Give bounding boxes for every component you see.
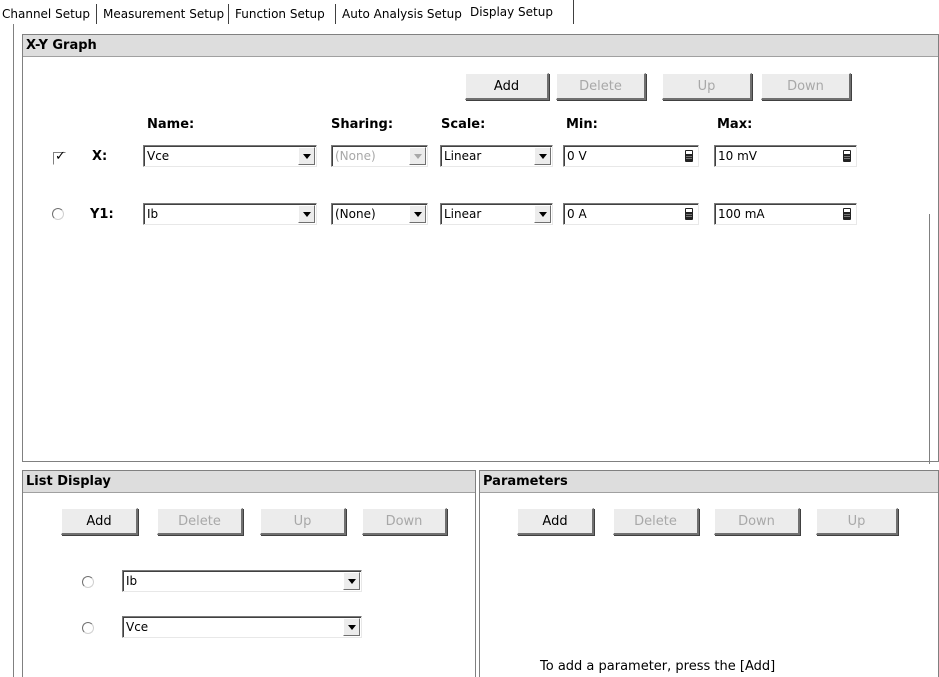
y1-radio[interactable]	[52, 208, 64, 220]
parameters-header: Parameters	[480, 471, 938, 493]
list-item-select[interactable]: Ib	[122, 570, 362, 592]
x-axis-checkbox[interactable]: ✓	[53, 149, 66, 165]
chevron-down-icon[interactable]	[343, 572, 360, 590]
x-name-select[interactable]: Vce	[143, 145, 317, 167]
x-scale-value: Linear	[444, 149, 482, 163]
list-item-value: Vce	[126, 620, 149, 634]
y1-name-value: Ib	[147, 207, 159, 221]
y1-max-value: 100 mA	[718, 207, 765, 221]
chevron-down-icon[interactable]	[534, 205, 551, 223]
xy-graph-header: X-Y Graph	[23, 35, 938, 57]
parameters-hint: To add a parameter, press the [Add]	[540, 659, 776, 674]
tab-divider	[573, 0, 574, 24]
list-item-select[interactable]: Vce	[122, 616, 362, 638]
y1-max-field[interactable]: 100 mA	[714, 203, 857, 225]
x-sharing-value: (None)	[335, 149, 376, 163]
x-min-field[interactable]: 0 V	[563, 145, 699, 167]
parameters-up-button[interactable]: Up	[816, 508, 898, 535]
panel-right-edge	[929, 214, 930, 464]
calculator-icon[interactable]	[843, 208, 851, 220]
chevron-down-icon[interactable]	[343, 618, 360, 636]
tab-measurement-setup[interactable]: Measurement Setup	[103, 4, 224, 24]
xy-down-button[interactable]: Down	[761, 73, 851, 100]
y1-scale-value: Linear	[444, 207, 482, 221]
tab-function-setup[interactable]: Function Setup	[235, 4, 325, 24]
chevron-down-icon[interactable]	[534, 147, 551, 165]
calculator-icon[interactable]	[843, 150, 851, 162]
list-display-header: List Display	[23, 471, 475, 493]
x-name-value: Vce	[147, 149, 170, 163]
calculator-icon[interactable]	[685, 150, 693, 162]
calculator-icon[interactable]	[685, 208, 693, 220]
list-item-radio[interactable]	[82, 622, 94, 634]
tab-channel-setup[interactable]: Channel Setup	[2, 4, 90, 24]
chevron-down-icon	[409, 147, 426, 165]
tab-auto-analysis-setup[interactable]: Auto Analysis Setup	[342, 4, 462, 24]
column-min-label: Min:	[566, 117, 598, 132]
y1-sharing-value: (None)	[335, 207, 376, 221]
tab-page-left-edge	[13, 24, 14, 677]
x-max-field[interactable]: 10 mV	[714, 145, 857, 167]
tab-divider	[96, 4, 97, 24]
chevron-down-icon[interactable]	[298, 147, 315, 165]
x-scale-select[interactable]: Linear	[440, 145, 553, 167]
list-down-button[interactable]: Down	[362, 508, 447, 535]
list-item-radio[interactable]	[82, 576, 94, 588]
x-axis-label: X:	[92, 149, 108, 164]
list-add-button[interactable]: Add	[61, 508, 138, 535]
y1-scale-select[interactable]: Linear	[440, 203, 553, 225]
y1-sharing-select[interactable]: (None)	[331, 203, 428, 225]
tab-divider	[228, 4, 229, 24]
column-scale-label: Scale:	[441, 117, 486, 132]
y1-axis-label: Y1:	[90, 207, 114, 222]
list-delete-button[interactable]: Delete	[157, 508, 243, 535]
x-min-value: 0 V	[567, 149, 587, 163]
y1-min-value: 0 A	[567, 207, 587, 221]
x-max-value: 10 mV	[718, 149, 757, 163]
y1-min-field[interactable]: 0 A	[563, 203, 699, 225]
xy-add-button[interactable]: Add	[465, 73, 549, 100]
parameters-down-button[interactable]: Down	[714, 508, 800, 535]
y1-name-select[interactable]: Ib	[143, 203, 317, 225]
tab-display-setup[interactable]: Display Setup	[470, 0, 553, 24]
xy-up-button[interactable]: Up	[662, 73, 752, 100]
parameters-panel: Parameters	[479, 470, 939, 677]
column-max-label: Max:	[717, 117, 753, 132]
list-up-button[interactable]: Up	[260, 508, 346, 535]
chevron-down-icon[interactable]	[409, 205, 426, 223]
parameters-add-button[interactable]: Add	[517, 508, 594, 535]
tab-bar: Channel Setup Measurement Setup Function…	[0, 0, 939, 26]
parameters-delete-button[interactable]: Delete	[613, 508, 699, 535]
x-sharing-select: (None)	[331, 145, 428, 167]
column-sharing-label: Sharing:	[331, 117, 394, 132]
check-icon: ✓	[55, 149, 66, 164]
tab-divider	[335, 4, 336, 24]
list-item-value: Ib	[126, 574, 138, 588]
column-name-label: Name:	[147, 117, 195, 132]
xy-delete-button[interactable]: Delete	[556, 73, 646, 100]
chevron-down-icon[interactable]	[298, 205, 315, 223]
